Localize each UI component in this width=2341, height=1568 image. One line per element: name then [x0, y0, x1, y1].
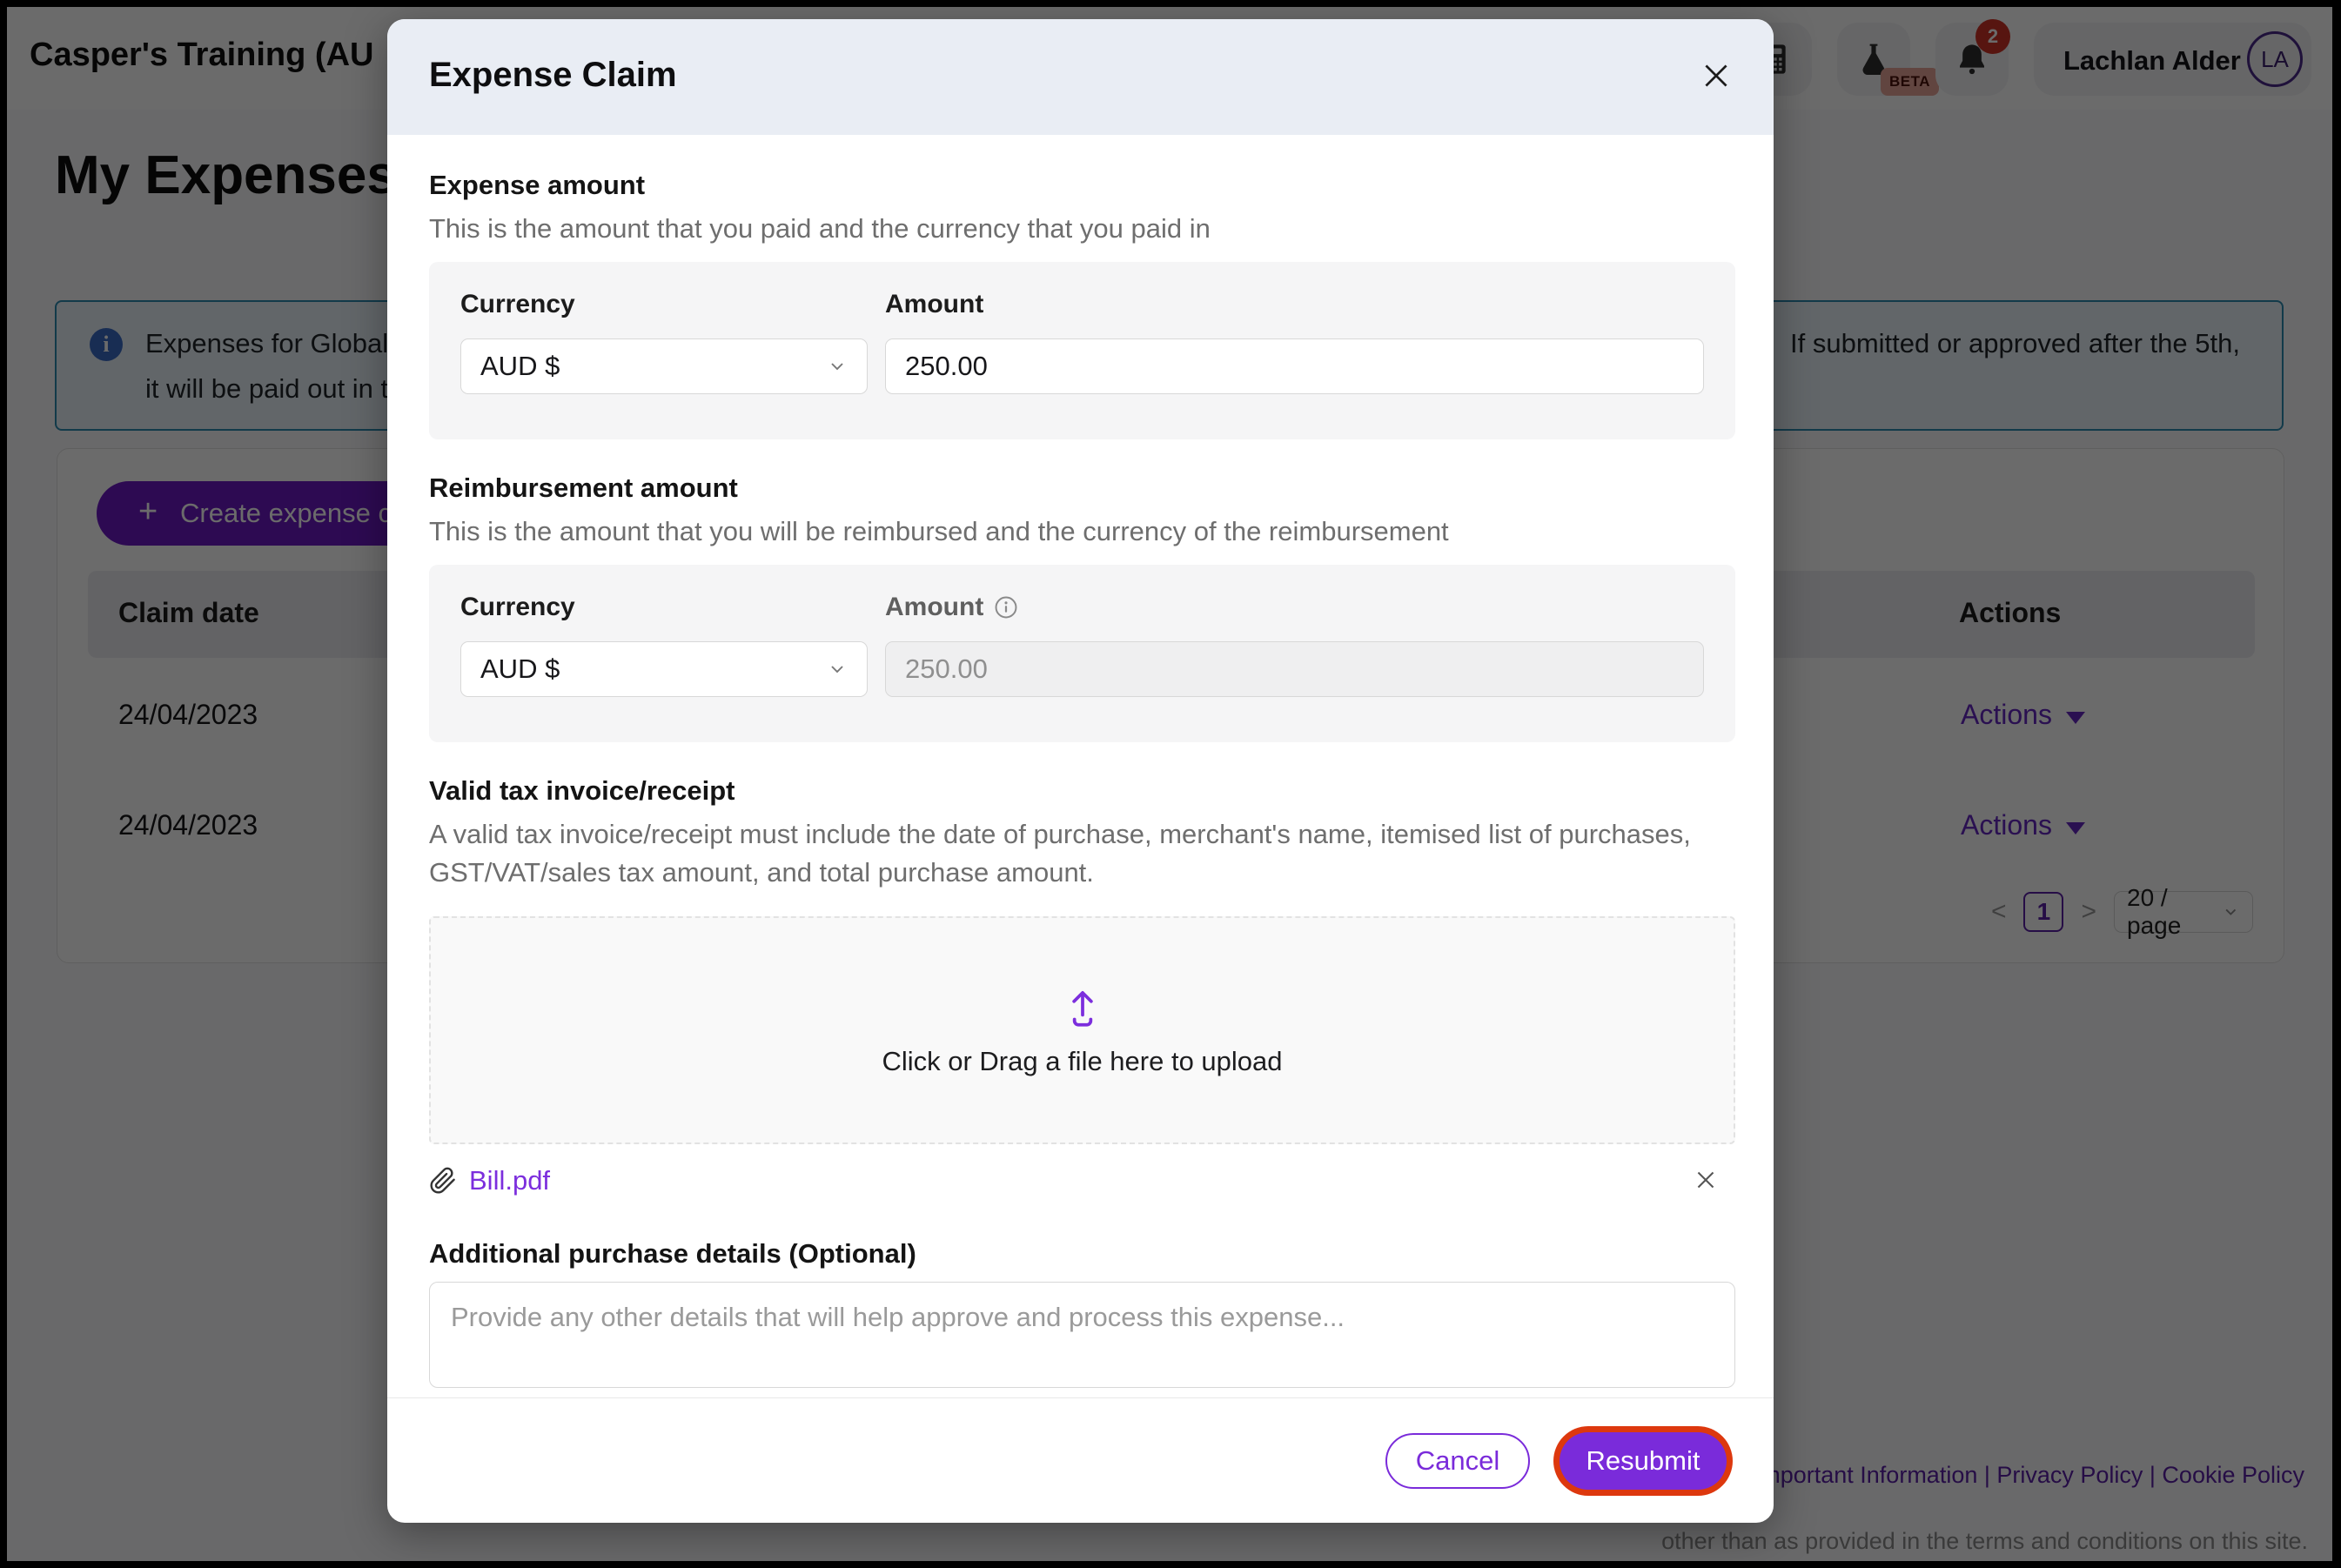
upload-text: Click or Drag a file here to upload	[882, 1046, 1282, 1077]
modal-footer: Cancel Resubmit	[387, 1398, 1774, 1523]
amount-label: Amount	[885, 593, 983, 622]
reimbursement-amount-description: This is the amount that you will be reim…	[429, 513, 1717, 551]
resubmit-button[interactable]: Resubmit	[1560, 1432, 1727, 1490]
reimbursement-currency-value: AUD $	[480, 653, 560, 685]
expense-amount-input[interactable]	[885, 338, 1704, 394]
reimbursement-amount-panel: Currency AUD $ Amount	[429, 565, 1735, 742]
remove-file-button[interactable]	[1688, 1163, 1723, 1198]
reimbursement-currency-select[interactable]: AUD $	[460, 641, 868, 697]
reimbursement-amount-input	[885, 641, 1704, 697]
reimbursement-amount-heading: Reimbursement amount	[429, 472, 1735, 504]
expense-claim-modal: Expense Claim Expense amount This is the…	[387, 19, 1774, 1523]
receipt-heading: Valid tax invoice/receipt	[429, 775, 1735, 807]
expense-currency-select[interactable]: AUD $	[460, 338, 868, 394]
currency-label: Currency	[460, 593, 868, 622]
uploaded-file-link[interactable]: Bill.pdf	[469, 1165, 550, 1196]
expense-amount-panel: Currency AUD $ Amount	[429, 262, 1735, 439]
amount-label: Amount	[885, 290, 1704, 319]
file-dropzone[interactable]: Click or Drag a file here to upload	[429, 916, 1735, 1144]
expense-amount-heading: Expense amount	[429, 170, 1735, 201]
remove-file-icon	[1690, 1164, 1721, 1196]
info-icon	[994, 595, 1018, 620]
expense-currency-value: AUD $	[480, 351, 560, 382]
chevron-down-icon	[827, 659, 848, 680]
modal-body: Expense amount This is the amount that y…	[387, 135, 1774, 1392]
details-textarea[interactable]	[429, 1282, 1735, 1388]
expense-amount-description: This is the amount that you paid and the…	[429, 210, 1717, 248]
cancel-button[interactable]: Cancel	[1385, 1433, 1530, 1489]
chevron-down-icon	[827, 356, 848, 377]
app-page: Casper's Training (AU BETA 2 Lachlan Ald…	[7, 7, 2332, 1561]
details-heading: Additional purchase details (Optional)	[429, 1238, 1735, 1270]
paperclip-icon	[429, 1167, 457, 1195]
modal-header: Expense Claim	[387, 19, 1774, 135]
close-icon	[1697, 57, 1735, 95]
close-button[interactable]	[1695, 56, 1737, 97]
upload-icon	[1059, 983, 1106, 1030]
receipt-description: A valid tax invoice/receipt must include…	[429, 815, 1717, 892]
modal-title: Expense Claim	[429, 56, 677, 95]
uploaded-file-row: Bill.pdf	[429, 1162, 1735, 1200]
currency-label: Currency	[460, 290, 868, 319]
